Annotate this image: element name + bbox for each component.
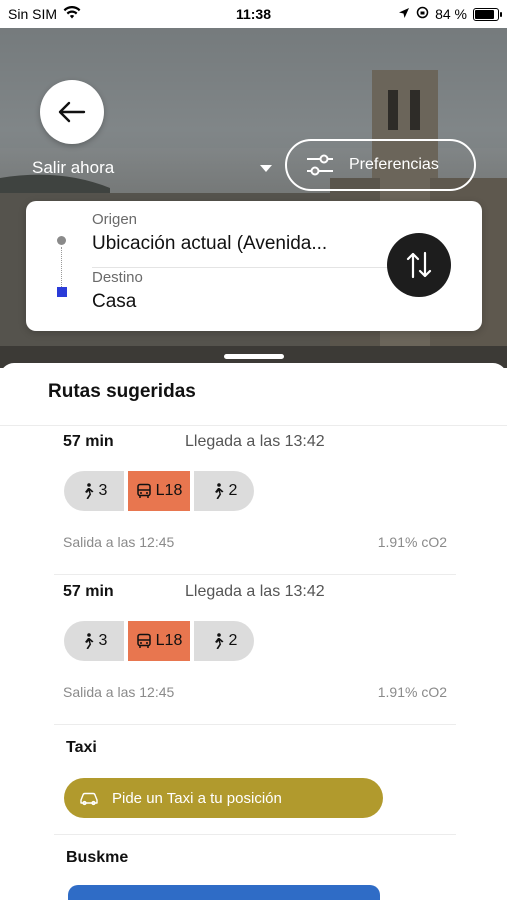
taxi-section: Taxi Pide un Taxi a tu posición <box>54 725 456 835</box>
swap-button[interactable] <box>387 233 451 297</box>
bus-line: L18 <box>155 482 183 499</box>
swap-icon <box>406 251 432 279</box>
departure-time-label: Salir ahora <box>32 158 115 177</box>
walk-minutes: 2 <box>228 482 238 499</box>
walk-icon <box>84 483 94 499</box>
route-departure: Salida a las 12:45 <box>63 534 175 550</box>
walk-leg-chip: 2 <box>194 621 254 661</box>
rotation-lock-icon <box>416 6 429 22</box>
taxi-icon <box>80 792 98 806</box>
battery-icon <box>473 7 502 21</box>
request-taxi-button[interactable]: Pide un Taxi a tu posición <box>64 778 383 818</box>
field-divider <box>92 267 392 268</box>
route-co2: 1.91% cO2 <box>377 534 447 550</box>
walk-minutes: 2 <box>228 632 238 649</box>
walk-leg-chip: 2 <box>194 471 254 511</box>
back-arrow-icon <box>58 101 86 123</box>
preferences-button[interactable]: Preferencias <box>285 139 476 191</box>
preferences-label: Preferencias <box>349 156 439 173</box>
route-card[interactable]: 57 min Llegada a las 13:42 3 L18 2 Salid… <box>54 425 456 575</box>
departure-time-select[interactable]: Salir ahora <box>32 158 272 178</box>
bus-line: L18 <box>155 632 183 649</box>
battery-percent: 84 % <box>435 6 467 22</box>
origin-field[interactable]: Ubicación actual (Avenida... <box>92 233 382 255</box>
buskme-button[interactable] <box>68 885 380 900</box>
bus-leg-chip: L18 <box>128 471 190 511</box>
route-co2: 1.91% cO2 <box>377 684 447 700</box>
origin-destination-card: Origen Ubicación actual (Avenida... Dest… <box>26 201 482 331</box>
origin-label: Origen <box>92 211 138 228</box>
buskme-title: Buskme <box>66 849 129 866</box>
route-legs: 3 L18 2 <box>64 621 254 661</box>
route-connector <box>61 247 62 287</box>
bus-icon <box>136 483 151 498</box>
sliders-icon <box>307 154 333 176</box>
sheet-drag-handle[interactable] <box>224 354 284 359</box>
route-legs: 3 L18 2 <box>64 471 254 511</box>
destination-label: Destino <box>92 269 143 286</box>
request-taxi-label: Pide un Taxi a tu posición <box>112 789 282 807</box>
destination-field[interactable]: Casa <box>92 291 382 313</box>
back-button[interactable] <box>40 80 104 144</box>
destination-marker-icon <box>57 287 67 297</box>
location-arrow-icon <box>398 6 410 22</box>
route-departure: Salida a las 12:45 <box>63 684 175 700</box>
origin-marker-icon <box>57 236 66 245</box>
walk-leg-chip: 3 <box>64 621 124 661</box>
walk-icon <box>84 633 94 649</box>
route-arrival: Llegada a las 13:42 <box>185 583 325 600</box>
walk-minutes: 3 <box>98 632 108 649</box>
chevron-down-icon <box>260 164 272 172</box>
route-card[interactable]: 57 min Llegada a las 13:42 3 L18 2 Salid… <box>54 575 456 725</box>
walk-leg-chip: 3 <box>64 471 124 511</box>
route-duration: 57 min <box>63 583 114 600</box>
walk-icon <box>214 483 224 499</box>
route-duration: 57 min <box>63 433 114 450</box>
bus-icon <box>136 633 151 648</box>
taxi-title: Taxi <box>66 739 97 756</box>
bus-leg-chip: L18 <box>128 621 190 661</box>
walk-icon <box>214 633 224 649</box>
status-bar: Sin SIM 11:38 84 % <box>0 0 507 28</box>
routes-sheet: Rutas sugeridas 57 min Llegada a las 13:… <box>0 363 507 900</box>
walk-minutes: 3 <box>98 482 108 499</box>
sheet-title: Rutas sugeridas <box>48 381 196 402</box>
route-arrival: Llegada a las 13:42 <box>185 433 325 450</box>
